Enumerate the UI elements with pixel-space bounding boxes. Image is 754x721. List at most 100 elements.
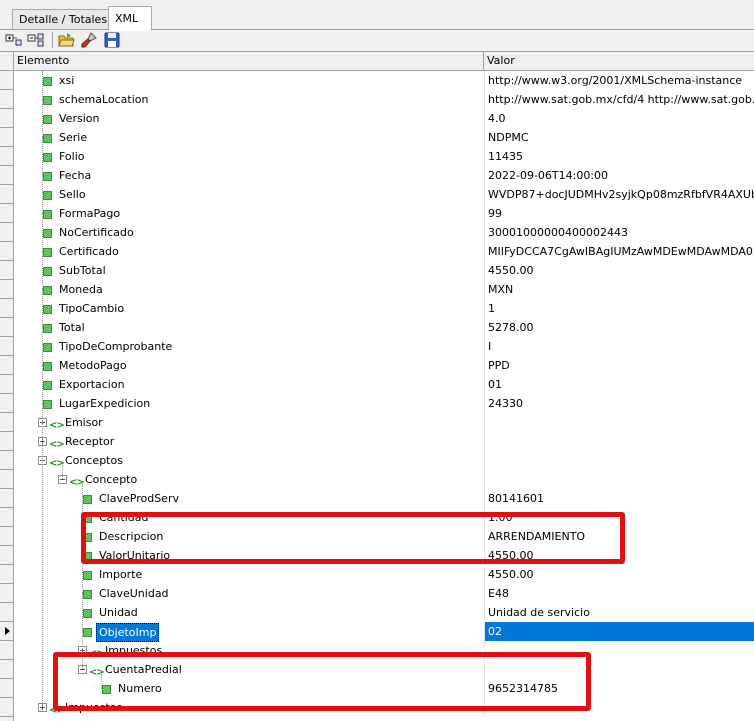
tree-row-folio[interactable]: Folio 11435	[0, 147, 754, 166]
brush-icon[interactable]	[81, 32, 98, 48]
value-cell[interactable]: 4550.00	[484, 261, 754, 280]
expand-icon[interactable]	[5, 32, 22, 48]
xml-tree-grid[interactable]: Elemento Valor xsi http://www.w3.org/2001…	[0, 51, 754, 721]
element-cell[interactable]: schemaLocation	[14, 90, 484, 109]
tree-row-exportacion[interactable]: Exportacion 01	[0, 375, 754, 394]
value-cell[interactable]: 80141601	[484, 489, 754, 508]
tree-row-clave-prod-serv[interactable]: ClaveProdServ 80141601	[0, 489, 754, 508]
value-cell[interactable]: MIIFyDCCA7CgAwIBAgIUMzAwMDEwMDAwMDA0MDAw	[484, 242, 754, 261]
element-cell[interactable]: TipoCambio	[14, 299, 484, 318]
value-cell[interactable]	[484, 451, 754, 470]
element-cell[interactable]: + <> Impuestos	[14, 698, 484, 717]
value-cell[interactable]: 4.0	[484, 109, 754, 128]
tree-row-valor-unitario[interactable]: ValorUnitario 4550.00	[0, 546, 754, 565]
header-elemento[interactable]: Elemento	[14, 52, 484, 70]
collapse-icon[interactable]	[27, 32, 44, 48]
element-cell[interactable]: xsi	[14, 71, 484, 90]
element-cell[interactable]: − <> Conceptos	[14, 451, 484, 470]
element-cell[interactable]: LugarExpedicion	[14, 394, 484, 413]
element-cell[interactable]: Serie	[14, 128, 484, 147]
element-cell[interactable]: ClaveProdServ	[14, 489, 484, 508]
tab-detalle-totales[interactable]: Detalle / Totales	[12, 9, 121, 29]
tree-row-impuestos[interactable]: + <> Impuestos	[0, 641, 754, 660]
tree-row-descripcion[interactable]: Descripcion ARRENDAMIENTO	[0, 527, 754, 546]
value-cell[interactable]: 4550.00	[484, 565, 754, 584]
element-cell[interactable]: MetodoPago	[14, 356, 484, 375]
value-cell[interactable]: E48	[484, 584, 754, 603]
tree-row-fecha[interactable]: Fecha 2022-09-06T14:00:00	[0, 166, 754, 185]
tree-row-sello[interactable]: Sello WVDP87+docJUDMHv2syjkQp08mzRfbfVR4A…	[0, 185, 754, 204]
tree-row-conceptos[interactable]: − <> Conceptos	[0, 451, 754, 470]
element-cell[interactable]: TipoDeComprobante	[14, 337, 484, 356]
element-cell[interactable]: Sello	[14, 185, 484, 204]
value-cell[interactable]: 24330	[484, 394, 754, 413]
element-cell[interactable]: Total	[14, 318, 484, 337]
element-cell[interactable]: Numero	[14, 679, 484, 698]
value-cell[interactable]: 02	[484, 622, 754, 641]
value-cell[interactable]	[484, 432, 754, 451]
element-cell[interactable]: NoCertificado	[14, 223, 484, 242]
value-cell[interactable]	[484, 413, 754, 432]
tree-row-concepto[interactable]: − <> Concepto	[0, 470, 754, 489]
value-cell[interactable]: I	[484, 337, 754, 356]
value-cell[interactable]	[484, 698, 754, 717]
value-cell[interactable]: 01	[484, 375, 754, 394]
tree-row-metodo-pago[interactable]: MetodoPago PPD	[0, 356, 754, 375]
tab-xml[interactable]: XML	[108, 6, 152, 31]
element-cell[interactable]: SubTotal	[14, 261, 484, 280]
element-cell[interactable]: Fecha	[14, 166, 484, 185]
element-cell[interactable]: ObjetoImp	[14, 622, 484, 642]
tree-row-version[interactable]: Version 4.0	[0, 109, 754, 128]
value-cell[interactable]: 30001000000400002443	[484, 223, 754, 242]
tree-row-schema-location[interactable]: schemaLocation http://www.sat.gob.mx/cfd/…	[0, 90, 754, 109]
tree-row-importe[interactable]: Importe 4550.00	[0, 565, 754, 584]
tree-row-xsi[interactable]: xsi http://www.w3.org/2001/XMLSchema-inst…	[0, 71, 754, 90]
value-cell[interactable]: 2022-09-06T14:00:00	[484, 166, 754, 185]
element-cell[interactable]: ClaveUnidad	[14, 584, 484, 603]
value-cell[interactable]: ARRENDAMIENTO	[484, 527, 754, 546]
value-cell[interactable]: 1.00	[484, 508, 754, 527]
value-cell[interactable]: 9652314785	[484, 679, 754, 698]
value-cell[interactable]: NDPMC	[484, 128, 754, 147]
value-cell[interactable]: PPD	[484, 356, 754, 375]
value-cell[interactable]: 1	[484, 299, 754, 318]
tree-row-receptor[interactable]: + <> Receptor	[0, 432, 754, 451]
element-cell[interactable]: FormaPago	[14, 204, 484, 223]
value-cell[interactable]: 4550.00	[484, 546, 754, 565]
tree-row-objeto-imp[interactable]: ObjetoImp 02	[0, 622, 754, 642]
value-cell[interactable]: http://www.sat.gob.mx/cfd/4 http://www.s…	[484, 90, 754, 109]
tree-row-forma-pago[interactable]: FormaPago 99	[0, 204, 754, 223]
value-cell[interactable]: http://www.w3.org/2001/XMLSchema-instanc…	[484, 71, 754, 90]
tree-row-tipo-cambio[interactable]: TipoCambio 1	[0, 299, 754, 318]
value-cell[interactable]: WVDP87+docJUDMHv2syjkQp08mzRfbfVR4AXUbwP…	[484, 185, 754, 204]
value-cell[interactable]: MXN	[484, 280, 754, 299]
element-cell[interactable]: Folio	[14, 147, 484, 166]
value-cell[interactable]: 5278.00	[484, 318, 754, 337]
value-cell[interactable]: Unidad de servicio	[484, 603, 754, 622]
element-cell[interactable]: − <> Concepto	[14, 470, 484, 489]
element-cell[interactable]: + <> Impuestos	[14, 641, 484, 660]
element-cell[interactable]: Certificado	[14, 242, 484, 261]
element-cell[interactable]: ValorUnitario	[14, 546, 484, 565]
open-folder-icon[interactable]	[58, 32, 75, 48]
tree-row-moneda[interactable]: Moneda MXN	[0, 280, 754, 299]
tree-row-serie[interactable]: Serie NDPMC	[0, 128, 754, 147]
tree-row-numero[interactable]: Numero 9652314785	[0, 679, 754, 698]
element-cell[interactable]: Version	[14, 109, 484, 128]
element-cell[interactable]: − <> CuentaPredial	[14, 660, 484, 679]
header-valor[interactable]: Valor	[484, 52, 753, 70]
element-cell[interactable]: Descripcion	[14, 527, 484, 546]
save-icon[interactable]	[104, 32, 121, 48]
tree-row-emisor[interactable]: + <> Emisor	[0, 413, 754, 432]
value-cell[interactable]	[484, 660, 754, 679]
tree-row-tipo-de-comprobante[interactable]: TipoDeComprobante I	[0, 337, 754, 356]
element-cell[interactable]: Moneda	[14, 280, 484, 299]
element-cell[interactable]: + <> Receptor	[14, 432, 484, 451]
tree-row-cantidad[interactable]: Cantidad 1.00	[0, 508, 754, 527]
element-cell[interactable]: Importe	[14, 565, 484, 584]
value-cell[interactable]	[484, 470, 754, 489]
tree-row-no-certificado[interactable]: NoCertificado 30001000000400002443	[0, 223, 754, 242]
value-cell[interactable]: 99	[484, 204, 754, 223]
tree-row-clave-unidad[interactable]: ClaveUnidad E48	[0, 584, 754, 603]
tree-row-total[interactable]: Total 5278.00	[0, 318, 754, 337]
